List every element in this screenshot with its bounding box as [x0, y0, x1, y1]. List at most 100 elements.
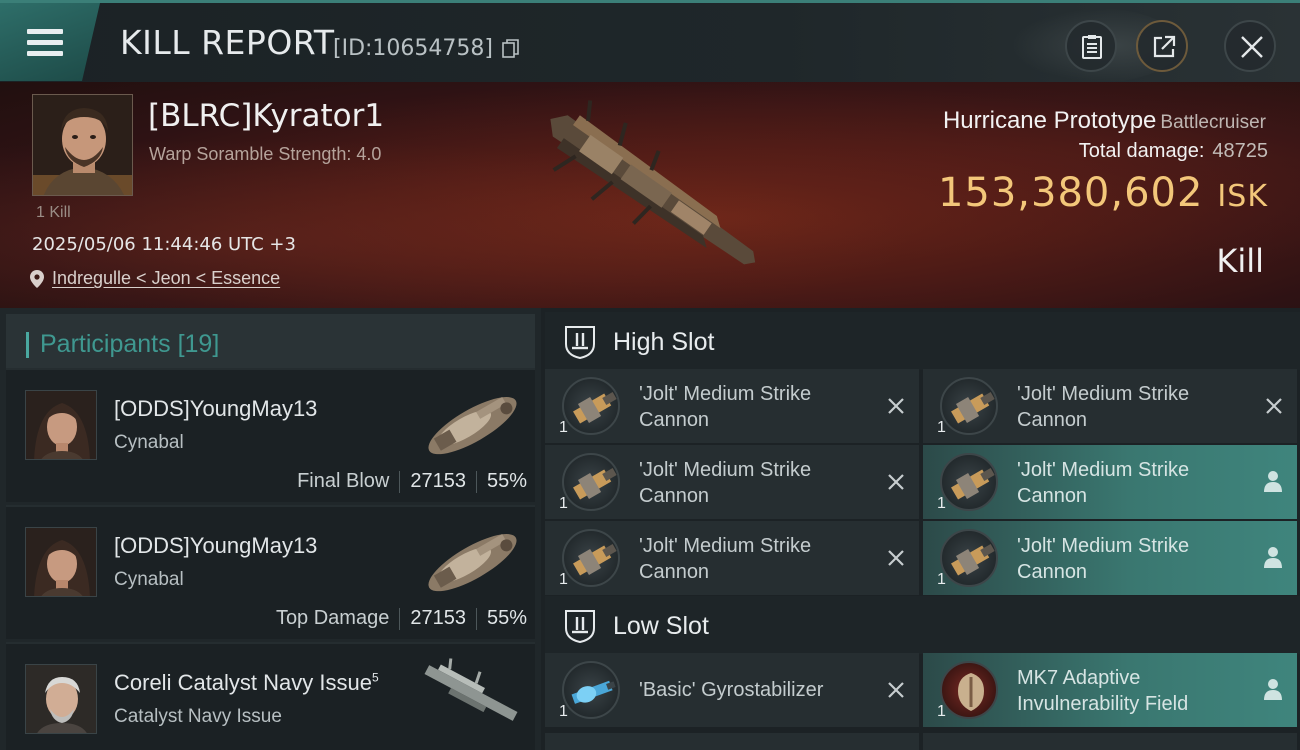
avatar	[25, 664, 97, 734]
cannon-module-icon	[940, 377, 998, 435]
module-quantity: 1	[937, 703, 946, 720]
victim-portrait[interactable]	[32, 94, 133, 196]
location-link[interactable]: Indregulle < Jeon < Essence	[52, 268, 280, 289]
module-slot[interactable]: 1 'Jolt' Medium Strike Cannon	[545, 369, 919, 443]
clipboard-icon	[1082, 35, 1102, 59]
module-slot[interactable]: 1 'Jolt' Medium Strike Cannon	[923, 369, 1297, 443]
top-bar: KILL REPORT [ID:10654758]	[0, 0, 1300, 83]
participants-label: Participants	[40, 330, 171, 358]
cannon-module-icon	[562, 453, 620, 511]
avatar	[25, 390, 97, 460]
victim-panel: [BLRC]Kyrator1 Warp Soramble Strength: 4…	[0, 82, 1300, 308]
module-slot[interactable]	[923, 733, 1297, 750]
cannon-module-icon	[940, 529, 998, 587]
participant-superscript: 5	[371, 670, 379, 685]
module-name: 'Jolt' Medium Strike Cannon	[1017, 383, 1190, 431]
module-name: 'Basic' Gyrostabilizer	[639, 679, 824, 701]
participant-card[interactable]: Coreli Catalyst Navy Issue5 Catalyst Nav…	[6, 642, 535, 750]
victim-stat: Warp Soramble Strength: 4.0	[149, 144, 382, 164]
participant-ship: Cynabal	[114, 569, 184, 590]
high-slot-header: High Slot	[545, 312, 1300, 370]
destroyed-icon	[888, 550, 904, 566]
isk-value: 153,380,602 ISK	[938, 170, 1268, 216]
share-button[interactable]	[1136, 20, 1188, 72]
participants-header: Participants [19]	[6, 314, 535, 374]
participants-title: Participants [19]	[40, 330, 219, 359]
participant-stats: Final Blow 27153 55%	[297, 470, 527, 493]
participants-panel: Participants [19] [ODDS]YoungMay13 Cynab…	[0, 308, 541, 750]
shield-module-icon	[940, 661, 998, 719]
participant-role: Final Blow	[297, 470, 390, 492]
participant-role: Top Damage	[275, 607, 390, 629]
module-slot[interactable]: 1 'Jolt' Medium Strike Cannon	[923, 521, 1297, 595]
pilot-portrait-icon	[33, 95, 132, 195]
module-slot[interactable]: 1 'Jolt' Medium Strike Cannon	[545, 445, 919, 519]
kill-result: Kill	[1216, 242, 1264, 280]
location-pin-icon	[30, 269, 44, 288]
share-icon	[1153, 35, 1176, 58]
kill-datetime: 2025/05/06 11:44:46 UTC +3	[32, 234, 296, 255]
clipboard-button[interactable]	[1065, 20, 1117, 72]
participant-damage: 27153	[410, 470, 466, 492]
participant-card[interactable]: [ODDS]YoungMay13 Cynabal Final Blow 2715…	[6, 368, 535, 502]
female-pilot-portrait-icon	[26, 528, 96, 596]
module-quantity: 1	[559, 419, 568, 436]
total-damage-value: 48725	[1212, 140, 1268, 162]
low-slot-header: Low Slot	[545, 596, 1300, 654]
participant-ship: Catalyst Navy Issue	[114, 706, 282, 727]
elder-pilot-portrait-icon	[26, 665, 96, 733]
menu-icon	[27, 29, 63, 56]
participant-name[interactable]: [ODDS]YoungMay13	[114, 396, 317, 422]
destroyed-icon	[888, 682, 904, 698]
participant-name[interactable]: Coreli Catalyst Navy Issue5	[114, 670, 379, 696]
victim-ship-name[interactable]: Hurricane Prototype Battlecruiser	[943, 107, 1266, 135]
module-quantity: 1	[937, 419, 946, 436]
kill-count: 1 Kill	[36, 204, 71, 221]
victim-ship-image	[550, 100, 756, 265]
total-damage-label: Total damage:	[1078, 140, 1205, 162]
module-quantity: 1	[937, 495, 946, 512]
module-name: MK7 Adaptive Invulnerability Field	[1017, 667, 1189, 715]
page-title: KILL REPORT	[120, 23, 335, 62]
high-slot-label: High Slot	[613, 328, 715, 356]
destroyed-icon	[888, 398, 904, 414]
cannon-module-icon	[562, 529, 620, 587]
participant-stats: Top Damage 27153 55%	[276, 607, 527, 630]
victim-name[interactable]: [BLRC]Kyrator1	[148, 98, 384, 134]
isk-amount: 153,380,602	[937, 170, 1204, 216]
close-button[interactable]	[1224, 20, 1276, 72]
female-pilot-portrait-icon	[26, 391, 96, 459]
ship-type: Hurricane Prototype	[942, 107, 1157, 134]
close-icon	[1241, 36, 1263, 58]
person-icon	[1264, 471, 1282, 492]
module-name: 'Jolt' Medium Strike Cannon	[1017, 459, 1190, 507]
participant-damage: 27153	[410, 607, 466, 629]
module-quantity: 1	[559, 703, 568, 720]
module-name: 'Jolt' Medium Strike Cannon	[1017, 535, 1190, 583]
low-slot-icon	[565, 610, 595, 644]
participant-name-text: Coreli Catalyst Navy Issue	[114, 670, 372, 695]
module-name: 'Jolt' Medium Strike Cannon	[639, 383, 812, 431]
module-slot[interactable]: 1 'Jolt' Medium Strike Cannon	[923, 445, 1297, 519]
participant-name[interactable]: [ODDS]YoungMay13	[114, 533, 317, 559]
copy-icon[interactable]	[502, 39, 520, 59]
gyrostabilizer-icon	[562, 661, 620, 719]
module-slot[interactable]: 1 'Jolt' Medium Strike Cannon	[545, 521, 919, 595]
menu-button[interactable]	[0, 3, 100, 81]
divider	[399, 470, 401, 493]
divider	[475, 607, 477, 630]
destroyed-icon	[1266, 398, 1282, 414]
avatar	[25, 527, 97, 597]
module-slot[interactable]	[545, 733, 919, 750]
module-name: 'Jolt' Medium Strike Cannon	[639, 459, 812, 507]
cannon-module-icon	[940, 453, 998, 511]
module-slot[interactable]: 1 'Basic' Gyrostabilizer	[545, 653, 919, 727]
kill-location[interactable]: Indregulle < Jeon < Essence	[30, 268, 280, 289]
module-quantity: 1	[937, 571, 946, 588]
header-accent-bar	[26, 332, 29, 358]
report-id: [ID:10654758]	[333, 36, 493, 61]
module-slot[interactable]: 1 MK7 Adaptive Invulnerability Field	[923, 653, 1297, 727]
participant-card[interactable]: [ODDS]YoungMay13 Cynabal Top Damage 2715…	[6, 505, 535, 639]
total-damage: Total damage: 48725	[1079, 140, 1268, 163]
destroyed-icon	[888, 474, 904, 490]
